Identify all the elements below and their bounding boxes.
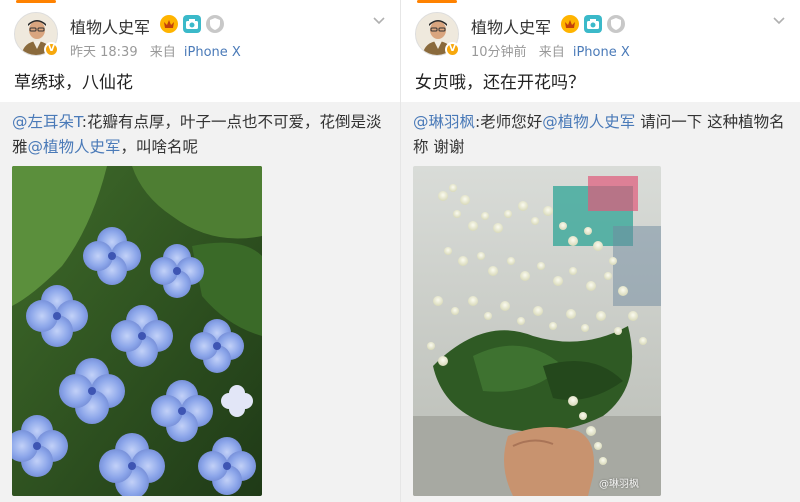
- camera-badge-icon[interactable]: [183, 15, 201, 33]
- tab-indicator: [16, 0, 56, 3]
- post-text: 女贞哦，还在开花吗？: [415, 73, 585, 93]
- verified-v-icon: V: [44, 42, 59, 57]
- user-badges: [561, 15, 625, 33]
- mention-link[interactable]: @植物人史军: [542, 113, 635, 131]
- post-text: 草绣球，八仙花: [14, 73, 133, 93]
- mention-link[interactable]: @左耳朵T: [12, 113, 82, 131]
- top-strip: [401, 0, 800, 4]
- post-source[interactable]: iPhone X: [573, 45, 630, 60]
- mention-link[interactable]: @琳羽枫: [413, 113, 475, 131]
- chevron-down-icon[interactable]: [772, 14, 786, 28]
- repost-card[interactable]: @琳羽枫:老师您好@植物人史军 请问一下 这种植物名称 谢谢 @琳羽枫: [401, 102, 800, 502]
- shield-badge-icon[interactable]: [206, 15, 224, 33]
- repost-body: :老师您好: [475, 113, 543, 131]
- top-strip: [0, 0, 400, 4]
- post-time: 昨天 18:39: [70, 45, 138, 60]
- shield-badge-icon[interactable]: [607, 15, 625, 33]
- verified-v-icon: V: [445, 42, 460, 57]
- user-badges: [160, 15, 224, 33]
- repost-card[interactable]: @左耳朵T:花瓣有点厚，叶子一点也不可爱，花倒是淡雅@植物人史军，叫啥名呢: [0, 102, 400, 502]
- privet-photo[interactable]: @琳羽枫: [413, 166, 661, 496]
- repost-text: @琳羽枫:老师您好@植物人史军 请问一下 这种植物名称 谢谢: [413, 110, 789, 160]
- vip-badge-icon[interactable]: [160, 15, 178, 33]
- mention-link[interactable]: @植物人史军: [28, 138, 121, 156]
- photo-watermark: @琳羽枫: [599, 479, 639, 490]
- repost-body-tail: ，叫啥名呢: [120, 138, 199, 156]
- username[interactable]: 植物人史军: [70, 14, 150, 38]
- post-meta: 昨天 18:39 来自 iPhone X: [70, 41, 241, 60]
- vip-badge-icon[interactable]: [561, 15, 579, 33]
- repost-text: @左耳朵T:花瓣有点厚，叶子一点也不可爱，花倒是淡雅@植物人史军，叫啥名呢: [12, 110, 388, 160]
- username[interactable]: 植物人史军: [471, 14, 551, 38]
- weibo-post-2: V 植物人史军 10分钟前 来自 iPhone X 女贞哦，还在开花吗？ @琳羽…: [400, 0, 800, 502]
- post-meta: 10分钟前 来自 iPhone X: [471, 41, 630, 60]
- source-prefix: 来自: [538, 45, 565, 60]
- chevron-down-icon[interactable]: [372, 14, 386, 28]
- weibo-post-1: V 植物人史军 昨天 18:39 来自 iPhone X 草绣球，八仙花 @左耳…: [0, 0, 400, 502]
- tab-indicator: [417, 0, 457, 3]
- camera-badge-icon[interactable]: [584, 15, 602, 33]
- source-prefix: 来自: [149, 45, 176, 60]
- post-time: 10分钟前: [471, 45, 527, 60]
- hydrangea-photo[interactable]: [12, 166, 262, 496]
- post-source[interactable]: iPhone X: [184, 45, 241, 60]
